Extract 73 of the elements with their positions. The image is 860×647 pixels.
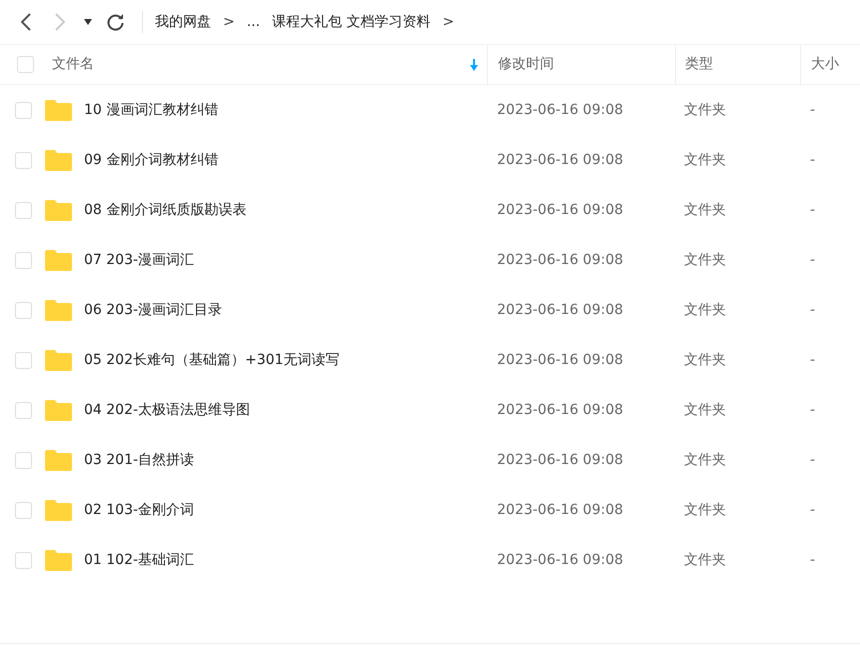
- file-name[interactable]: 10 漫画词汇教材纠错: [84, 100, 218, 120]
- file-name[interactable]: 06 203-漫画词汇目录: [84, 300, 222, 320]
- file-name[interactable]: 03 201-自然拼读: [84, 450, 194, 470]
- file-type: 文件夹: [684, 102, 726, 118]
- file-name[interactable]: 09 金刚介词教材纠错: [84, 150, 218, 170]
- row-checkbox[interactable]: [15, 302, 32, 318]
- breadcrumb-link[interactable]: 课程大礼包 文档学习资料: [272, 12, 431, 32]
- file-name[interactable]: 02 103-金刚介词: [84, 500, 194, 520]
- file-type: 文件夹: [684, 402, 726, 418]
- modified-time: 2023-06-16 09:08: [497, 152, 624, 168]
- file-type: 文件夹: [684, 502, 726, 518]
- folder-icon: [45, 450, 72, 470]
- row-checkbox[interactable]: [15, 352, 32, 368]
- file-size: -: [810, 302, 816, 318]
- folder-icon: [45, 150, 72, 170]
- row-checkbox[interactable]: [15, 502, 32, 518]
- row-checkbox[interactable]: [15, 202, 32, 218]
- file-type: 文件夹: [684, 302, 726, 318]
- file-type: 文件夹: [684, 452, 726, 468]
- file-size: -: [810, 402, 816, 418]
- breadcrumb-link[interactable]: 我的网盘: [155, 12, 211, 32]
- file-type: 文件夹: [684, 202, 726, 218]
- folder-icon: [45, 500, 72, 520]
- folder-icon: [45, 200, 72, 220]
- folder-icon: [45, 300, 72, 320]
- file-size: -: [810, 152, 816, 168]
- file-size: -: [810, 252, 816, 268]
- modified-time: 2023-06-16 09:08: [497, 402, 624, 418]
- file-size: -: [810, 502, 816, 518]
- row-checkbox[interactable]: [15, 102, 32, 118]
- modified-time: 2023-06-16 09:08: [497, 452, 624, 468]
- folder-icon: [45, 250, 72, 270]
- modified-time: 2023-06-16 09:08: [497, 202, 624, 218]
- row-checkbox[interactable]: [15, 402, 32, 418]
- row-checkbox[interactable]: [15, 252, 32, 268]
- column-header[interactable]: 大小: [811, 54, 839, 75]
- column-header[interactable]: 修改时间: [498, 54, 554, 75]
- modified-time: 2023-06-16 09:08: [497, 352, 624, 368]
- folder-icon: [45, 550, 72, 570]
- row-checkbox[interactable]: [15, 552, 32, 568]
- breadcrumb-separator: >: [223, 12, 235, 32]
- modified-time: 2023-06-16 09:08: [497, 502, 624, 518]
- file-size: -: [810, 552, 816, 568]
- file-name[interactable]: 04 202-太极语法思维导图: [84, 400, 250, 420]
- file-size: -: [810, 102, 816, 118]
- folder-icon: [45, 100, 72, 120]
- row-checkbox[interactable]: [15, 452, 32, 468]
- file-size: -: [810, 202, 816, 218]
- file-type: 文件夹: [684, 552, 726, 568]
- folder-icon: [45, 350, 72, 370]
- caret-icon[interactable]: [84, 19, 92, 25]
- file-type: 文件夹: [684, 352, 726, 368]
- file-type: 文件夹: [684, 252, 726, 268]
- breadcrumb-separator: >: [442, 12, 454, 32]
- modified-time: 2023-06-16 09:08: [497, 252, 624, 268]
- column-header[interactable]: 类型: [685, 54, 713, 75]
- file-name[interactable]: 07 203-漫画词汇: [84, 250, 194, 270]
- chevron-left-icon[interactable]: [21, 13, 31, 31]
- modified-time: 2023-06-16 09:08: [497, 102, 624, 118]
- breadcrumb-link[interactable]: ...: [246, 12, 260, 32]
- file-name[interactable]: 05 202长难句（基础篇）+301无词读写: [84, 350, 340, 370]
- modified-time: 2023-06-16 09:08: [497, 302, 624, 318]
- file-size: -: [810, 352, 816, 368]
- column-header[interactable]: 文件名: [52, 54, 463, 75]
- file-size: -: [810, 452, 816, 468]
- file-type: 文件夹: [684, 152, 726, 168]
- select-all-checkbox[interactable]: [17, 56, 34, 73]
- folder-icon: [45, 400, 72, 420]
- sort-arrow-icon[interactable]: [469, 58, 479, 70]
- modified-time: 2023-06-16 09:08: [497, 552, 624, 568]
- file-name[interactable]: 08 金刚介词纸质版勘误表: [84, 200, 246, 220]
- row-checkbox[interactable]: [15, 152, 32, 168]
- file-name[interactable]: 01 102-基础词汇: [84, 550, 194, 570]
